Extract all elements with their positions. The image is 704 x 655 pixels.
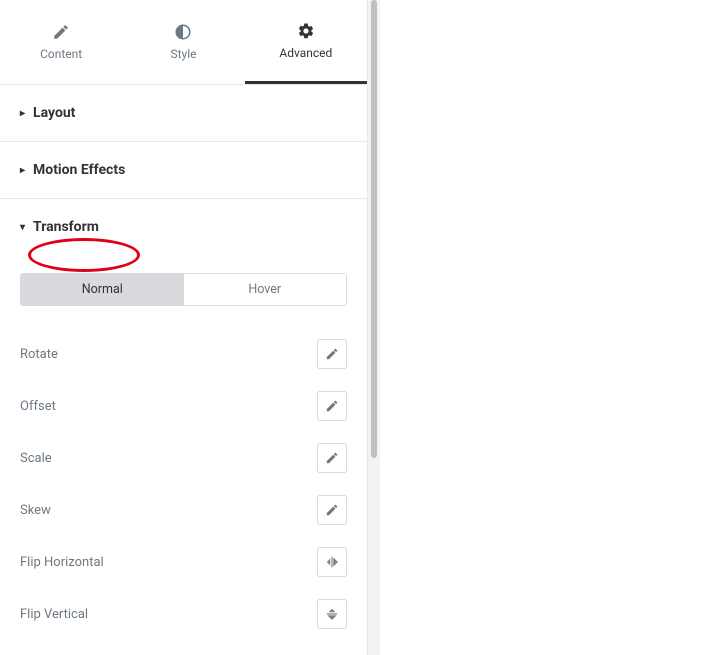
contrast-icon	[174, 23, 192, 41]
section-transform[interactable]: Transform	[0, 199, 367, 255]
state-toggle: Normal Hover	[20, 273, 347, 306]
prop-offset-label: Offset	[20, 399, 317, 414]
prop-flip-horizontal-label: Flip Horizontal	[20, 555, 317, 570]
tab-advanced[interactable]: Advanced	[245, 0, 367, 84]
prop-scale-label: Scale	[20, 451, 317, 466]
scrollbar-thumb[interactable]	[371, 0, 377, 458]
caret-right-icon	[20, 165, 25, 176]
prop-scale-row: Scale	[20, 432, 347, 484]
section-layout[interactable]: Layout	[0, 85, 367, 142]
editor-canvas: strike Click here	[380, 0, 704, 655]
caret-down-icon	[20, 222, 25, 233]
caret-right-icon	[20, 108, 25, 119]
transform-panel: Normal Hover Rotate Offset Scale Skew	[0, 255, 367, 650]
pencil-icon	[52, 23, 70, 41]
flip-horizontal-icon	[325, 555, 339, 569]
tab-content[interactable]: Content	[0, 0, 122, 84]
tab-style-label: Style	[170, 47, 196, 61]
flip-horizontal-button[interactable]	[317, 547, 347, 577]
pencil-icon	[325, 399, 339, 413]
prop-rotate-row: Rotate	[20, 328, 347, 380]
prop-rotate-label: Rotate	[20, 347, 317, 362]
gear-icon	[297, 22, 315, 40]
flip-vertical-icon	[325, 607, 339, 621]
sidebar-scrollbar[interactable]	[368, 0, 380, 655]
state-normal[interactable]: Normal	[21, 274, 184, 305]
prop-skew-row: Skew	[20, 484, 347, 536]
section-motion-effects-label: Motion Effects	[33, 162, 125, 178]
section-transform-label: Transform	[33, 219, 99, 235]
prop-flip-horizontal-row: Flip Horizontal	[20, 536, 347, 588]
pencil-icon	[325, 347, 339, 361]
edit-offset-button[interactable]	[317, 391, 347, 421]
prop-skew-label: Skew	[20, 503, 317, 518]
state-hover[interactable]: Hover	[184, 274, 347, 305]
prop-offset-row: Offset	[20, 380, 347, 432]
pencil-icon	[325, 503, 339, 517]
prop-flip-vertical-label: Flip Vertical	[20, 607, 317, 622]
edit-skew-button[interactable]	[317, 495, 347, 525]
tab-advanced-label: Advanced	[279, 46, 332, 60]
tab-content-label: Content	[40, 47, 82, 61]
tab-style[interactable]: Style	[122, 0, 244, 84]
pencil-icon	[325, 451, 339, 465]
settings-sidebar: Content Style Advanced Layout Motion Eff…	[0, 0, 368, 655]
section-layout-label: Layout	[33, 105, 75, 121]
prop-flip-vertical-row: Flip Vertical	[20, 588, 347, 640]
section-motion-effects[interactable]: Motion Effects	[0, 142, 367, 199]
flip-vertical-button[interactable]	[317, 599, 347, 629]
edit-rotate-button[interactable]	[317, 339, 347, 369]
settings-tabs: Content Style Advanced	[0, 0, 367, 85]
edit-scale-button[interactable]	[317, 443, 347, 473]
